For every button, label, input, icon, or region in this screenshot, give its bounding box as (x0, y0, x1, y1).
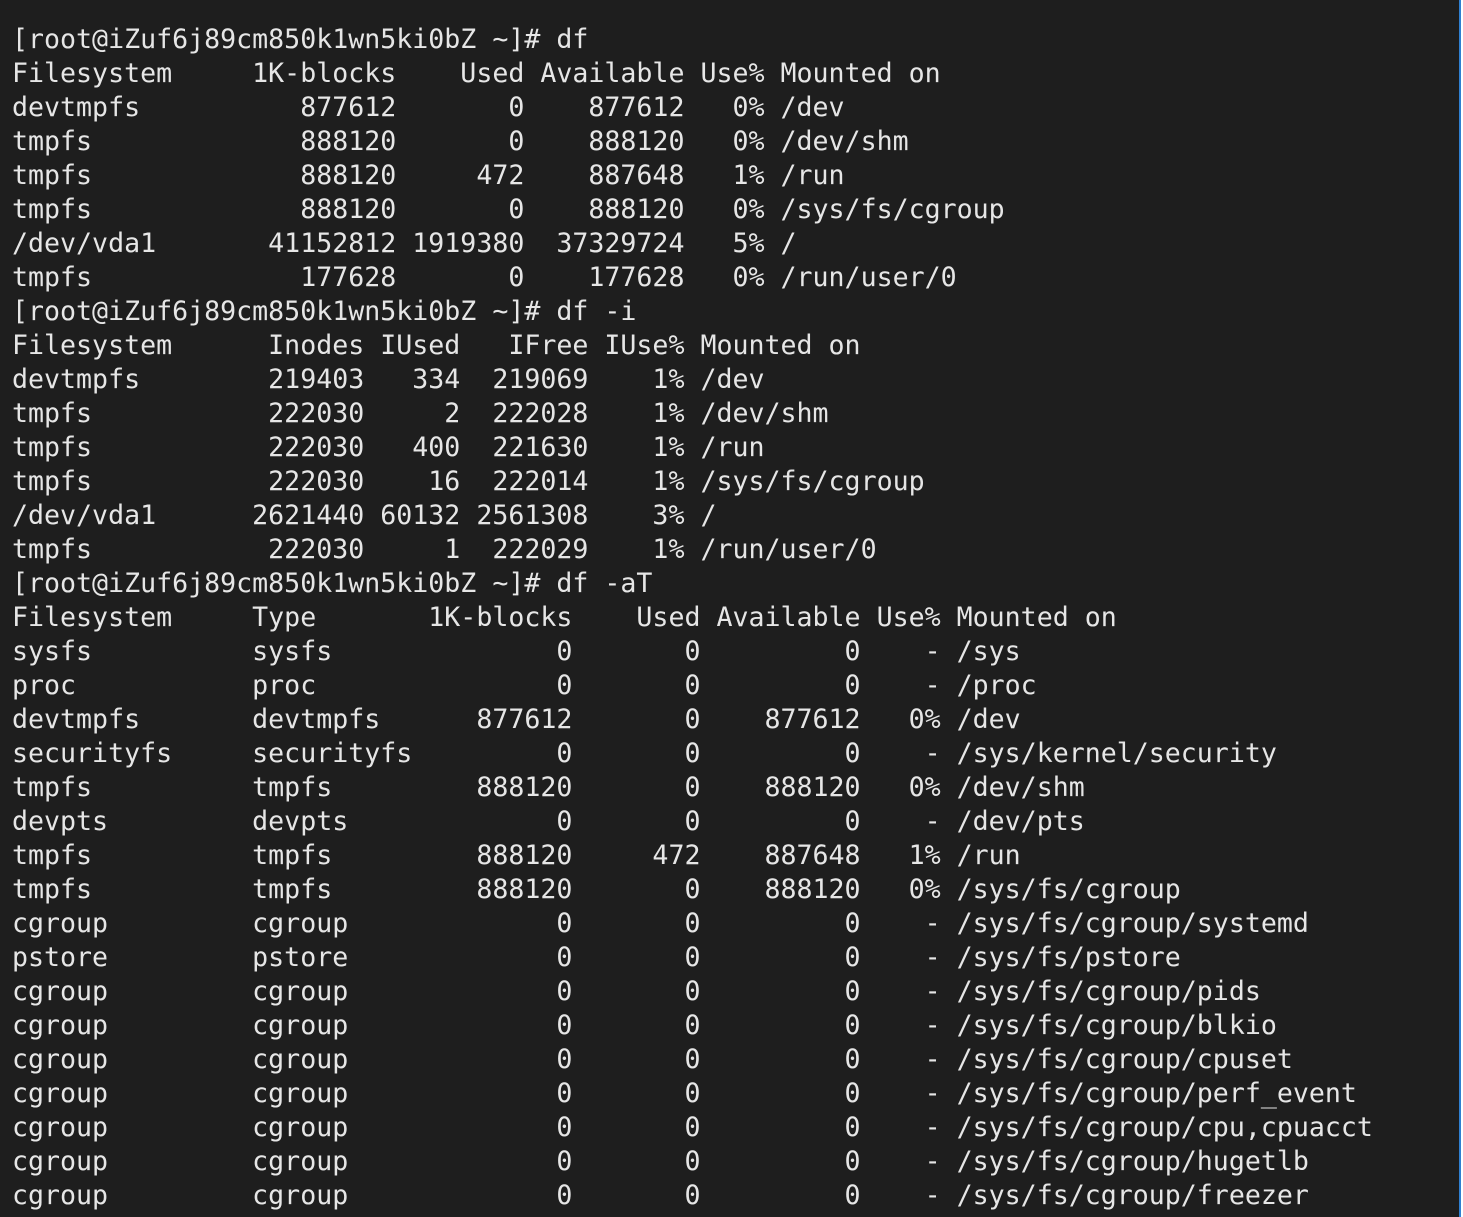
df-at-row: cgroup cgroup 0 0 0 - /sys/fs/cgroup/cpu… (12, 1112, 1373, 1143)
df-at-row: cgroup cgroup 0 0 0 - /sys/fs/cgroup/pid… (12, 976, 1261, 1007)
df-at-row: tmpfs tmpfs 888120 0 888120 0% /sys/fs/c… (12, 874, 1181, 905)
df-i-row: devtmpfs 219403 334 219069 1% /dev (12, 364, 765, 395)
df-at-header-row: Filesystem Type 1K-blocks Used Available… (12, 602, 1117, 633)
df-i-row: tmpfs 222030 16 222014 1% /sys/fs/cgroup (12, 466, 925, 497)
df-header-row: Filesystem 1K-blocks Used Available Use%… (12, 58, 941, 89)
df-at-row: sysfs sysfs 0 0 0 - /sys (12, 636, 1021, 667)
df-row: tmpfs 888120 0 888120 0% /dev/shm (12, 126, 909, 157)
df-at-row: devpts devpts 0 0 0 - /dev/pts (12, 806, 1085, 837)
df-i-row: tmpfs 222030 400 221630 1% /run (12, 432, 765, 463)
command-line-df-at: [root@iZuf6j89cm850k1wn5ki0bZ ~]# df -aT (12, 568, 653, 599)
df-at-row: tmpfs tmpfs 888120 0 888120 0% /dev/shm (12, 772, 1085, 803)
df-row: devtmpfs 877612 0 877612 0% /dev (12, 92, 845, 123)
df-at-row: cgroup cgroup 0 0 0 - /sys/fs/cgroup/sys… (12, 908, 1309, 939)
df-at-row: tmpfs tmpfs 888120 472 887648 1% /run (12, 840, 1021, 871)
df-i-header-row: Filesystem Inodes IUsed IFree IUse% Moun… (12, 330, 861, 361)
df-at-row: cgroup cgroup 0 0 0 - /sys/fs/cgroup/cpu… (12, 1044, 1293, 1075)
command-line-df-i: [root@iZuf6j89cm850k1wn5ki0bZ ~]# df -i (12, 296, 637, 327)
terminal-output[interactable]: [root@iZuf6j89cm850k1wn5ki0bZ ~]# df File… (12, 23, 1373, 1213)
df-at-row: cgroup cgroup 0 0 0 - /sys/fs/cgroup/per… (12, 1078, 1357, 1109)
terminal-window[interactable]: [root@iZuf6j89cm850k1wn5ki0bZ ~]# df File… (0, 0, 1461, 1217)
df-row: /dev/vda1 41152812 1919380 37329724 5% / (12, 228, 797, 259)
df-at-row: proc proc 0 0 0 - /proc (12, 670, 1037, 701)
df-row: tmpfs 177628 0 177628 0% /run/user/0 (12, 262, 957, 293)
command-line-df: [root@iZuf6j89cm850k1wn5ki0bZ ~]# df (12, 24, 589, 55)
df-row: tmpfs 888120 0 888120 0% /sys/fs/cgroup (12, 194, 1005, 225)
df-at-row: devtmpfs devtmpfs 877612 0 877612 0% /de… (12, 704, 1021, 735)
df-at-row: cgroup cgroup 0 0 0 - /sys/fs/cgroup/blk… (12, 1010, 1277, 1041)
df-at-row: cgroup cgroup 0 0 0 - /sys/fs/cgroup/fre… (12, 1180, 1309, 1211)
df-i-row: tmpfs 222030 2 222028 1% /dev/shm (12, 398, 829, 429)
df-i-row: tmpfs 222030 1 222029 1% /run/user/0 (12, 534, 877, 565)
df-i-row: /dev/vda1 2621440 60132 2561308 3% / (12, 500, 717, 531)
df-at-row: securityfs securityfs 0 0 0 - /sys/kerne… (12, 738, 1277, 769)
df-at-row: pstore pstore 0 0 0 - /sys/fs/pstore (12, 942, 1181, 973)
df-row: tmpfs 888120 472 887648 1% /run (12, 160, 845, 191)
df-at-row: cgroup cgroup 0 0 0 - /sys/fs/cgroup/hug… (12, 1146, 1309, 1177)
